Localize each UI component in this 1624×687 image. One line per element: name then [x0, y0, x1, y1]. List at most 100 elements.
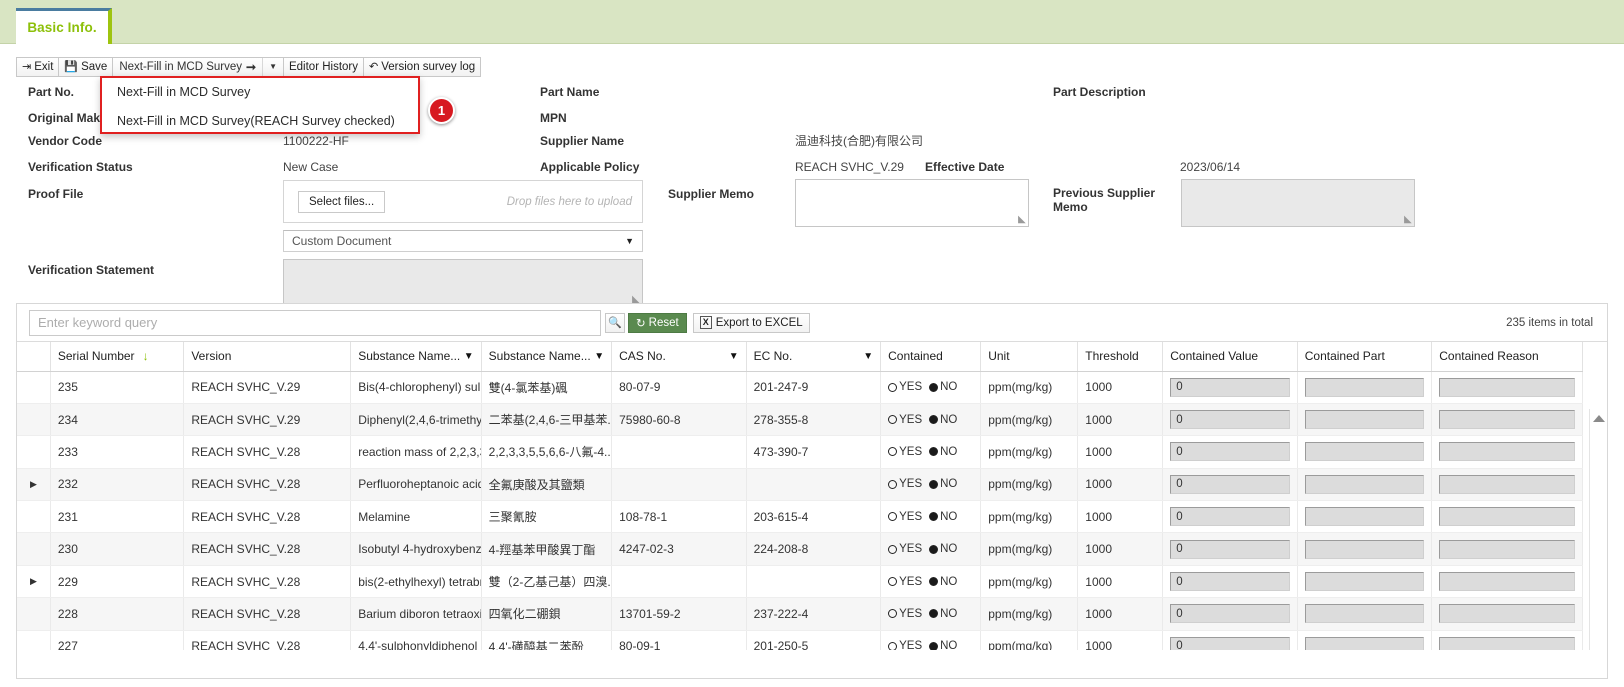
expand-row-icon[interactable]: ▶ [30, 576, 37, 586]
filter-icon[interactable]: ▼ [729, 351, 739, 362]
cell-contained-value[interactable] [1162, 532, 1298, 566]
supplier-memo-textarea[interactable]: ◢ [795, 179, 1029, 227]
radio-yes[interactable] [888, 544, 898, 554]
menu-item-next-fill-mcd-survey[interactable]: Next-Fill in MCD Survey [101, 77, 419, 106]
contained-part-input[interactable] [1304, 377, 1425, 397]
reset-button[interactable]: ↻ Reset [628, 312, 687, 333]
chevron-down-icon[interactable]: ▼ [262, 58, 283, 76]
th-cas-no[interactable]: CAS No. ▼ [611, 342, 747, 372]
contained-part-input[interactable] [1304, 572, 1425, 592]
row-expander[interactable]: ▶ [17, 565, 51, 599]
export-to-excel-button[interactable]: X Export to EXCEL [692, 312, 810, 333]
save-button[interactable]: 💾 Save [58, 57, 114, 77]
radio-yes[interactable] [888, 447, 898, 457]
tab-basic-info[interactable]: Basic Info. [16, 8, 112, 44]
radio-yes[interactable] [888, 609, 898, 619]
contained-reason-input[interactable] [1439, 507, 1575, 527]
th-contained-part[interactable]: Contained Part [1297, 342, 1433, 372]
contained-reason-input[interactable] [1439, 572, 1575, 592]
cell-contained[interactable]: YES NO [880, 403, 982, 437]
cell-contained-reason[interactable] [1431, 435, 1583, 469]
next-fill-split-button[interactable]: Next-Fill in MCD Survey ➞ ▼ [112, 57, 284, 77]
table-row[interactable]: 230 REACH SVHC_V.28 Isobutyl 4-hydroxybenz… [17, 532, 1583, 566]
cell-contained-part[interactable] [1297, 500, 1433, 534]
contained-reason-input[interactable] [1439, 442, 1575, 462]
radio-yes[interactable] [888, 415, 898, 425]
contained-value-input[interactable] [1170, 474, 1290, 494]
th-contained-value[interactable]: Contained Value [1162, 342, 1298, 372]
cell-contained-value[interactable] [1162, 565, 1298, 599]
contained-part-input[interactable] [1304, 474, 1425, 494]
th-contained-reason[interactable]: Contained Reason [1431, 342, 1583, 372]
filter-icon[interactable]: ▼ [464, 351, 474, 362]
cell-contained-reason[interactable] [1431, 630, 1583, 650]
scroll-up-icon[interactable] [1593, 415, 1605, 422]
radio-no[interactable] [929, 382, 939, 392]
contained-part-input[interactable] [1304, 539, 1425, 559]
version-survey-log-button[interactable]: ↶ Version survey log [363, 57, 482, 77]
contained-value-input[interactable] [1170, 604, 1290, 624]
row-expander[interactable]: ▶ [17, 468, 51, 502]
exit-button[interactable]: ⇥ Exit [16, 57, 60, 77]
radio-yes[interactable] [888, 512, 898, 522]
cell-contained-value[interactable] [1162, 371, 1298, 404]
th-version[interactable]: Version [183, 342, 352, 372]
cell-contained-value[interactable] [1162, 403, 1298, 437]
cell-contained-reason[interactable] [1431, 565, 1583, 599]
grid-vertical-scrollbar[interactable] [1589, 409, 1607, 650]
filter-icon[interactable]: ▼ [863, 351, 873, 362]
contained-value-input[interactable] [1170, 507, 1290, 527]
next-fill-dropdown-menu[interactable]: Next-Fill in MCD Survey Next-Fill in MCD… [100, 76, 420, 134]
cell-contained[interactable]: YES NO [880, 532, 982, 566]
cell-contained-part[interactable] [1297, 403, 1433, 437]
filter-icon[interactable]: ▼ [594, 351, 604, 362]
contained-part-input[interactable] [1304, 410, 1425, 430]
radio-no[interactable] [929, 641, 939, 650]
contained-value-input[interactable] [1170, 410, 1290, 430]
table-row[interactable]: 235 REACH SVHC_V.29 Bis(4-chlorophenyl) su… [17, 371, 1583, 404]
radio-no[interactable] [929, 577, 939, 587]
document-type-select[interactable]: Custom Document ▼ [283, 230, 643, 252]
radio-no[interactable] [929, 479, 939, 489]
cell-contained-reason[interactable] [1431, 532, 1583, 566]
table-row[interactable]: 234 REACH SVHC_V.29 Diphenyl(2,4,6-trimeth… [17, 403, 1583, 437]
table-row[interactable]: 228 REACH SVHC_V.28 Barium diboron tetraox… [17, 597, 1583, 631]
radio-yes[interactable] [888, 577, 898, 587]
th-unit[interactable]: Unit [980, 342, 1079, 372]
cell-contained-value[interactable] [1162, 435, 1298, 469]
table-row[interactable]: ▶ 229 REACH SVHC_V.28 bis(2-ethylhexyl) tet… [17, 565, 1583, 599]
th-ec-no[interactable]: EC No. ▼ [746, 342, 882, 372]
editor-history-button[interactable]: Editor History [282, 57, 365, 77]
th-serial-number[interactable]: Serial Number ↓ [50, 342, 185, 372]
radio-no[interactable] [929, 512, 939, 522]
cell-contained[interactable]: YES NO [880, 565, 982, 599]
cell-contained-reason[interactable] [1431, 468, 1583, 502]
contained-part-input[interactable] [1304, 636, 1425, 650]
th-substance-name-en[interactable]: Substance Name... ▼ [350, 342, 482, 372]
contained-reason-input[interactable] [1439, 410, 1575, 430]
contained-part-input[interactable] [1304, 442, 1425, 462]
contained-part-input[interactable] [1304, 507, 1425, 527]
cell-contained[interactable]: YES NO [880, 630, 982, 650]
contained-value-input[interactable] [1170, 636, 1290, 650]
contained-reason-input[interactable] [1439, 539, 1575, 559]
menu-item-next-fill-mcd-survey-reach-checked[interactable]: Next-Fill in MCD Survey(REACH Survey che… [101, 106, 419, 135]
expand-row-icon[interactable]: ▶ [30, 479, 37, 489]
cell-contained[interactable]: YES NO [880, 468, 982, 502]
contained-value-input[interactable] [1170, 539, 1290, 559]
search-input[interactable] [29, 309, 601, 336]
cell-contained-value[interactable] [1162, 630, 1298, 650]
cell-contained-value[interactable] [1162, 468, 1298, 502]
contained-reason-input[interactable] [1439, 604, 1575, 624]
select-files-button[interactable]: Select files... [298, 190, 386, 213]
th-threshold[interactable]: Threshold [1077, 342, 1164, 372]
cell-contained-part[interactable] [1297, 630, 1433, 650]
cell-contained-reason[interactable] [1431, 597, 1583, 631]
radio-yes[interactable] [888, 382, 898, 392]
contained-part-input[interactable] [1304, 604, 1425, 624]
cell-contained-part[interactable] [1297, 371, 1433, 404]
contained-value-input[interactable] [1170, 442, 1290, 462]
table-row[interactable]: 233 REACH SVHC_V.28 reaction mass of 2,2,3… [17, 435, 1583, 469]
cell-contained-part[interactable] [1297, 532, 1433, 566]
radio-no[interactable] [929, 609, 939, 619]
